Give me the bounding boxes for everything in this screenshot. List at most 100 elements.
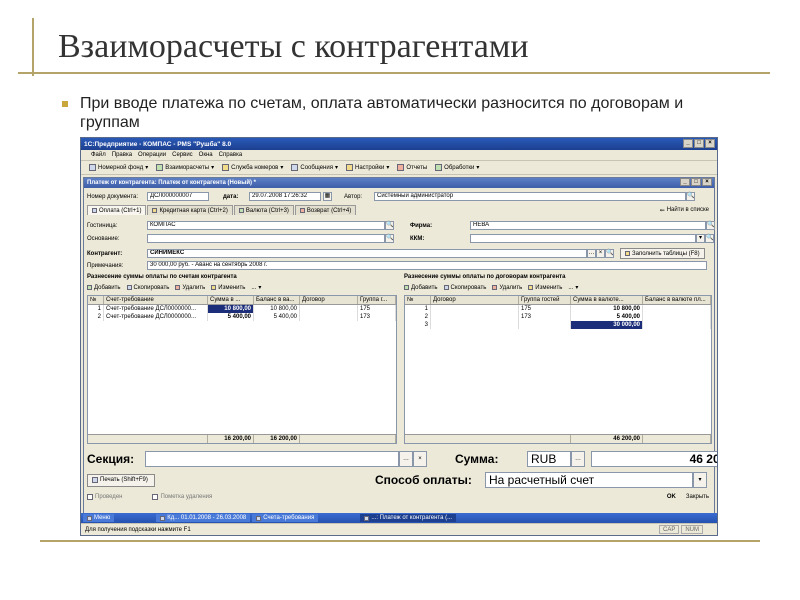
right-grid-header: № Договор Группа гостей Сумма в валюте..… (405, 296, 711, 305)
table-row[interactable]: 3 30 000,00 (405, 321, 711, 329)
taskbar-item-payment[interactable]: ...: Платеж от контрагента (... (360, 514, 457, 522)
left-delete-button[interactable]: Удалить (175, 285, 205, 291)
find-in-list-button[interactable]: ⇚ Найти в списке (660, 207, 709, 214)
firm-field[interactable]: НЕВА (470, 221, 706, 230)
right-grid-toolbar: Добавить Скопировать Удалить Изменить ..… (404, 284, 578, 291)
print-button[interactable]: Печать (Shift+F9) (87, 473, 155, 487)
doc-maximize-button[interactable]: □ (691, 178, 701, 186)
tab-currency[interactable]: Валюта (Ctrl+3) (233, 205, 294, 215)
toolbar-reports[interactable]: Отчеты (397, 164, 427, 171)
sum-label: Сумма: (455, 452, 499, 466)
app-titlebar: 1С:Предприятие - КОМПАС - PMS "Рушба" 8.… (81, 138, 717, 150)
doc-close-button[interactable]: × (702, 178, 712, 186)
close-window-button[interactable]: × (705, 139, 715, 148)
window-taskbar: Меню Кд... 01.01.2008 - 26.03.2008 Счета… (81, 513, 717, 523)
checkbox-icon (152, 494, 159, 500)
right-delete-button[interactable]: Удалить (492, 285, 522, 291)
toolbar-room-service[interactable]: Служба номеров ▾ (222, 164, 283, 171)
kkm-field[interactable] (470, 234, 696, 243)
author-field[interactable]: Системный администратор (374, 192, 686, 201)
taskbar-menu[interactable]: Меню (83, 514, 115, 522)
menu-icon (87, 515, 92, 521)
left-edit-button[interactable]: Изменить (211, 285, 245, 291)
fill-tables-button[interactable]: Заполнить таблицы (F8) (620, 248, 705, 259)
maximize-button[interactable]: □ (694, 139, 704, 148)
toolbar-settlements[interactable]: Взаиморасчеты ▾ (156, 164, 214, 171)
menu-windows[interactable]: Окна (199, 152, 213, 158)
toolbar-messages[interactable]: Сообщения ▾ (291, 164, 338, 171)
firm-search-button[interactable]: 🔍 (706, 221, 715, 230)
date-field[interactable]: 29.07.2008 17:26:32 (249, 192, 321, 201)
tab-refund[interactable]: Возврат (Ctrl+4) (294, 205, 357, 215)
left-more-button[interactable]: ... ▾ (251, 284, 261, 292)
calendar-button[interactable]: ▦ (323, 192, 332, 201)
toolbar-processing[interactable]: Обработки ▾ (435, 164, 479, 171)
contractor-dots-button[interactable]: … (587, 249, 596, 258)
right-more-button[interactable]: ... ▾ (568, 284, 578, 292)
minimize-button[interactable]: _ (683, 139, 693, 148)
basis-search-button[interactable]: 🔍 (385, 234, 394, 243)
close-button[interactable]: Закрыть (686, 494, 709, 500)
basis-field[interactable] (147, 234, 385, 243)
table-row[interactable]: 2 173 5 400,00 (405, 313, 711, 321)
doc-minimize-button[interactable]: _ (680, 178, 690, 186)
left-add-button[interactable]: Добавить (87, 285, 121, 291)
deletion-mark-checkbox[interactable]: Пометка удаления (152, 494, 212, 500)
messages-icon (291, 164, 299, 171)
menu-edit[interactable]: Правка (112, 152, 132, 158)
right-copy-button[interactable]: Скопировать (443, 285, 486, 291)
add-icon (87, 285, 92, 290)
settlements-icon (156, 164, 164, 171)
menu-operations[interactable]: Операции (138, 152, 166, 158)
left-copy-button[interactable]: Скопировать (126, 285, 169, 291)
taskbar-item-invoices[interactable]: Счета-требования (252, 514, 319, 522)
toolbar-room-stock[interactable]: Номерной фонд ▾ (89, 164, 148, 171)
section-dots-button[interactable]: … (399, 451, 413, 467)
hotel-field[interactable]: КОМПАС (147, 221, 385, 230)
contractor-clear-button[interactable]: × (596, 249, 605, 258)
menu-service[interactable]: Сервис (172, 152, 193, 158)
author-search-button[interactable]: 🔍 (686, 192, 695, 201)
currency-icon (238, 208, 244, 213)
table-row[interactable]: 1 175 10 800,00 (405, 305, 711, 313)
menu-help[interactable]: Справка (219, 152, 243, 158)
hotel-search-button[interactable]: 🔍 (385, 221, 394, 230)
payment-method-select[interactable]: На расчетный счет (485, 472, 693, 488)
table-row[interactable]: 1 Счет-требование ДСЛ0000000... 10 800,0… (88, 305, 396, 313)
right-add-button[interactable]: Добавить (404, 285, 438, 291)
contractor-label: Контрагент: (87, 250, 123, 257)
table-row[interactable]: 2 Счет-требование ДСЛ0000000... 5 400,00… (88, 313, 396, 321)
status-bar: Для получения подсказки нажмите F1 CAP N… (81, 523, 717, 535)
kkm-dropdown-button[interactable]: ▾ (696, 234, 705, 243)
left-grid-toolbar: Добавить Скопировать Удалить Изменить ..… (87, 284, 261, 291)
left-grid[interactable]: № Счет-требование Сумма в ... Баланс в в… (87, 295, 397, 444)
currency-field[interactable]: RUB (527, 451, 571, 467)
note-field[interactable]: 30 000,00 руб. - Аванс на сентябрь 2008 … (147, 261, 707, 270)
toolbar-settings[interactable]: Настройки ▾ (345, 164, 389, 171)
document-window: Платеж от контрагента: Платеж от контраг… (83, 177, 717, 519)
window-icon (160, 515, 166, 521)
ok-button[interactable]: OK (667, 494, 676, 500)
contractor-field[interactable]: СИНИМЕКС (147, 249, 587, 258)
contractor-search-button[interactable]: 🔍 (605, 249, 614, 258)
menu-file[interactable]: Файл (91, 152, 106, 158)
currency-dots-button[interactable]: … (571, 451, 585, 467)
doc-number-field[interactable]: ДСЛ000000007 (147, 192, 209, 201)
right-edit-button[interactable]: Изменить (528, 285, 562, 291)
find-arrow-icon: ⇚ (659, 207, 665, 214)
sum-field[interactable]: 46 200,00 (591, 451, 717, 467)
section-clear-button[interactable]: × (413, 451, 427, 467)
tab-payment[interactable]: Оплата (Ctrl+1) (87, 205, 147, 215)
right-grid[interactable]: № Договор Группа гостей Сумма в валюте..… (404, 295, 712, 444)
fill-tables-icon (625, 251, 630, 256)
taskbar-item-period[interactable]: Кд... 01.01.2008 - 26.03.2008 (156, 514, 251, 522)
bullet-text: При вводе платежа по счетам, оплата авто… (80, 95, 684, 131)
posted-checkbox[interactable]: Проведен (87, 494, 122, 500)
firm-label: Фирма: (410, 222, 433, 229)
payment-method-dropdown-button[interactable]: ▾ (693, 472, 707, 488)
kkm-search-button[interactable]: 🔍 (705, 234, 714, 243)
tab-credit-card[interactable]: Кредитная карта (Ctrl+2) (147, 205, 233, 215)
copy-icon (443, 285, 449, 290)
section-field[interactable] (145, 451, 399, 467)
basis-label: Основание: (87, 235, 120, 242)
